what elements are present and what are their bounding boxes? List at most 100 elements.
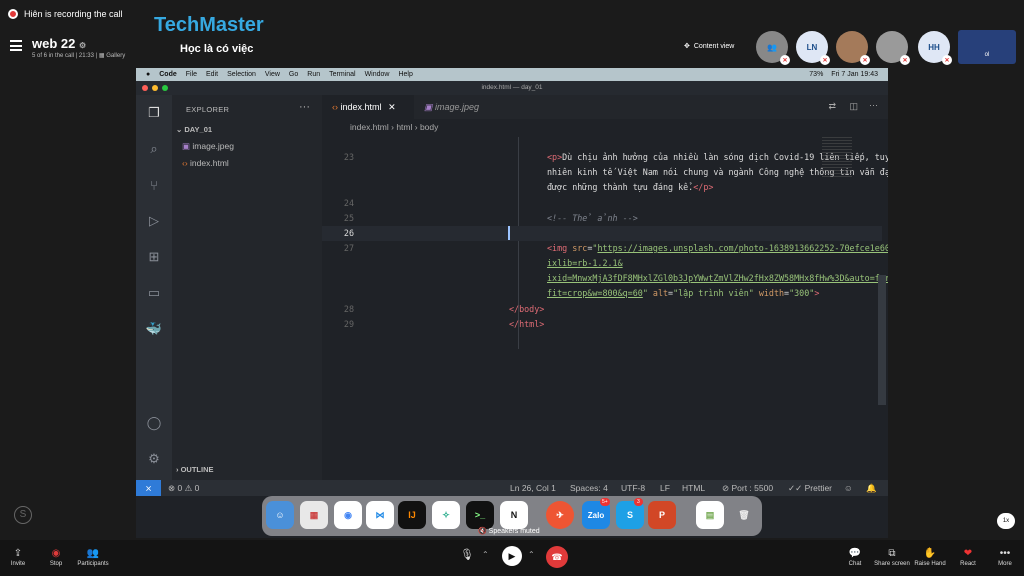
chrome-icon[interactable]: ◉ bbox=[334, 501, 362, 529]
stop-recording-button[interactable]: ◉ Stop bbox=[36, 548, 76, 567]
extensions-icon[interactable]: ⊞ bbox=[144, 247, 164, 267]
view-mode[interactable]: Gallery bbox=[106, 53, 125, 59]
line-ending[interactable]: LF bbox=[660, 480, 670, 496]
current-line-highlight bbox=[322, 226, 882, 241]
participant-avatar[interactable]: 👥 ✕ bbox=[756, 31, 790, 65]
mic-muted-icon: ✕ bbox=[780, 55, 790, 65]
powerpoint-icon[interactable]: P bbox=[648, 501, 676, 529]
image-url[interactable]: https://images.unsplash.com/photo-163891… bbox=[597, 243, 888, 253]
breadcrumb-body[interactable]: body bbox=[420, 122, 438, 132]
speakerdeck-icon[interactable]: ✈ bbox=[546, 501, 574, 529]
app-menu[interactable]: Code bbox=[159, 71, 177, 78]
split-editor-icon[interactable]: ◫ bbox=[849, 101, 858, 112]
breadcrumb-file[interactable]: index.html bbox=[350, 122, 389, 132]
image-url[interactable]: ixid=MnwxMjA3fDF8MHxlZGl0b3JpYWwtZmVlZHw… bbox=[547, 273, 888, 283]
encoding[interactable]: UTF-8 bbox=[621, 480, 645, 496]
skype-badge: 3 bbox=[634, 498, 643, 506]
trash-icon[interactable]: 🗑 bbox=[730, 501, 758, 529]
source-control-icon[interactable]: ⑂ bbox=[144, 175, 164, 195]
hang-up-icon[interactable]: ☎ bbox=[546, 546, 568, 568]
menu-edit[interactable]: Edit bbox=[206, 71, 218, 78]
camera-icon[interactable]: ▶ bbox=[502, 546, 522, 566]
menu-terminal[interactable]: Terminal bbox=[329, 71, 355, 78]
apple-icon[interactable]: ● bbox=[146, 71, 150, 78]
chevron-up-icon[interactable]: ⌃ bbox=[528, 550, 535, 559]
participants-button[interactable]: 👥 Participants bbox=[73, 548, 113, 567]
remote-indicator-icon[interactable]: ⨯ bbox=[136, 480, 161, 496]
vscode-icon[interactable]: ⋈ bbox=[366, 501, 394, 529]
code-comment: <!-- Thẻ ảnh --> bbox=[547, 213, 638, 223]
menu-go[interactable]: Go bbox=[289, 71, 298, 78]
breadcrumb-html[interactable]: html bbox=[396, 122, 412, 132]
paragraph-text: được những thành tựu đáng kể. bbox=[547, 182, 694, 192]
live-server-port[interactable]: ⊘ Port : 5500 bbox=[722, 480, 773, 496]
mic-muted-icon[interactable]: 🎙 bbox=[458, 548, 476, 566]
image-url[interactable]: ixlib=rb-1.2.1& bbox=[547, 258, 623, 268]
menu-selection[interactable]: Selection bbox=[227, 71, 256, 78]
notifications-icon[interactable]: 🔔 bbox=[866, 480, 877, 496]
file-row[interactable]: ‹› index.html bbox=[172, 156, 322, 170]
terminal-icon[interactable]: >_ bbox=[466, 501, 494, 529]
docker-icon[interactable]: 🐳 bbox=[144, 319, 164, 339]
zoom-window-icon[interactable] bbox=[162, 85, 168, 91]
more-actions-icon[interactable]: ··· bbox=[299, 101, 310, 113]
remote-explorer-icon[interactable]: ▭ bbox=[144, 283, 164, 303]
share-screen-button[interactable]: ⧉ Share screen bbox=[872, 548, 912, 567]
prettier-status[interactable]: ✓✓ Prettier bbox=[788, 480, 832, 496]
run-debug-icon[interactable]: ▷ bbox=[144, 211, 164, 231]
tab-index-html[interactable]: ‹› index.html ✕ bbox=[322, 95, 414, 119]
content-view-button[interactable]: ✥ Content view bbox=[684, 42, 734, 51]
hamburger-menu-icon[interactable] bbox=[10, 40, 22, 51]
self-video-tile[interactable]: ol bbox=[958, 30, 1016, 64]
participant-avatar[interactable]: ✕ bbox=[876, 31, 910, 65]
cursor-position[interactable]: Ln 26, Col 1 bbox=[510, 480, 556, 496]
menu-help[interactable]: Help bbox=[398, 71, 412, 78]
image-url[interactable]: fit=crop&w=800&q=60 bbox=[547, 288, 643, 298]
archive-utility-icon[interactable]: ▤ bbox=[696, 501, 724, 529]
activity-bar: ❐ ⌕ ⑂ ▷ ⊞ ▭ 🐳 ◯ ⚙ bbox=[136, 95, 172, 495]
raise-hand-button[interactable]: ✋ Raise Hand bbox=[910, 548, 950, 567]
search-icon[interactable]: ⌕ bbox=[144, 139, 164, 159]
menu-view[interactable]: View bbox=[265, 71, 280, 78]
people-icon: 👥 bbox=[86, 548, 100, 559]
manage-gear-icon[interactable]: ⚙ bbox=[144, 449, 164, 469]
participant-avatar[interactable]: ✕ bbox=[836, 31, 870, 65]
indentation[interactable]: Spaces: 4 bbox=[570, 480, 608, 496]
tab-image-jpeg[interactable]: ▣ image.jpeg bbox=[414, 95, 504, 119]
go-live-icon[interactable]: ⇄ bbox=[828, 101, 836, 112]
file-row[interactable]: ▣ image.jpeg bbox=[172, 139, 322, 153]
outline-section[interactable]: › OUTLINE bbox=[172, 463, 322, 477]
menu-file[interactable]: File bbox=[186, 71, 197, 78]
react-button[interactable]: ❤ React bbox=[948, 548, 988, 567]
chat-button[interactable]: 💬 Chat bbox=[835, 548, 875, 567]
chevron-up-icon[interactable]: ⌃ bbox=[482, 550, 489, 559]
safari-icon[interactable]: ✧ bbox=[432, 501, 460, 529]
scrollbar[interactable] bbox=[878, 275, 886, 405]
account-icon[interactable]: ◯ bbox=[144, 413, 164, 433]
problems-indicator[interactable]: ⊗ 0 ⚠ 0 bbox=[168, 480, 199, 496]
more-button[interactable]: ••• More bbox=[985, 548, 1024, 567]
intellij-icon[interactable]: IJ bbox=[398, 501, 426, 529]
feedback-icon[interactable]: ☺ bbox=[844, 480, 853, 496]
menu-run[interactable]: Run bbox=[307, 71, 320, 78]
launchpad-icon[interactable]: ▦ bbox=[300, 501, 328, 529]
language-mode[interactable]: HTML bbox=[682, 480, 705, 496]
invite-button[interactable]: ⇪ Invite bbox=[0, 548, 38, 567]
close-tab-icon[interactable]: ✕ bbox=[388, 102, 396, 112]
close-window-icon[interactable] bbox=[142, 85, 148, 91]
outline-label: OUTLINE bbox=[180, 465, 214, 474]
react-label: React bbox=[960, 561, 976, 567]
more-actions-icon[interactable]: ··· bbox=[869, 100, 878, 110]
zoom-level[interactable]: 1x bbox=[997, 513, 1015, 529]
finder-icon[interactable]: ☺ bbox=[266, 501, 294, 529]
folder-row[interactable]: ⌄ DAY_01 bbox=[172, 123, 322, 137]
minimize-window-icon[interactable] bbox=[152, 85, 158, 91]
minimap[interactable] bbox=[822, 137, 852, 177]
participant-avatar[interactable]: LN ✕ bbox=[796, 31, 830, 65]
explorer-icon[interactable]: ❐ bbox=[144, 103, 164, 123]
settings-icon[interactable]: ⚙ bbox=[79, 41, 86, 50]
notion-icon[interactable]: N bbox=[500, 501, 528, 529]
participant-avatar[interactable]: HH ✕ bbox=[918, 31, 952, 65]
menu-window[interactable]: Window bbox=[365, 71, 390, 78]
explorer-header: EXPLORER bbox=[186, 105, 230, 114]
